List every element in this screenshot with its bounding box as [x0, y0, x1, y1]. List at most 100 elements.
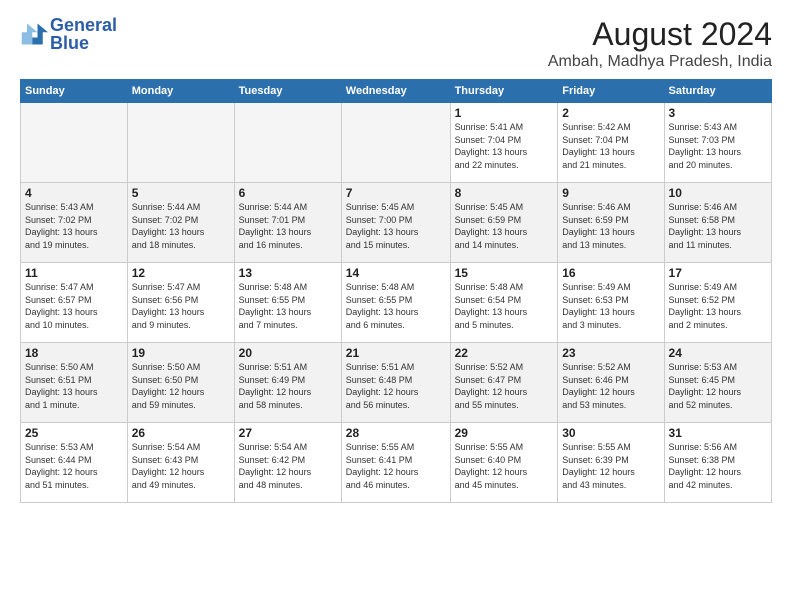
calendar-week-row: 11Sunrise: 5:47 AM Sunset: 6:57 PM Dayli… [21, 263, 772, 343]
day-info: Sunrise: 5:47 AM Sunset: 6:57 PM Dayligh… [25, 281, 123, 331]
table-row: 26Sunrise: 5:54 AM Sunset: 6:43 PM Dayli… [127, 423, 234, 503]
day-number: 9 [562, 186, 659, 200]
logo-line1: General [50, 16, 117, 34]
day-info: Sunrise: 5:47 AM Sunset: 6:56 PM Dayligh… [132, 281, 230, 331]
day-info: Sunrise: 5:55 AM Sunset: 6:41 PM Dayligh… [346, 441, 446, 491]
day-number: 14 [346, 266, 446, 280]
day-info: Sunrise: 5:51 AM Sunset: 6:49 PM Dayligh… [239, 361, 337, 411]
day-number: 8 [455, 186, 554, 200]
day-number: 6 [239, 186, 337, 200]
table-row: 17Sunrise: 5:49 AM Sunset: 6:52 PM Dayli… [664, 263, 771, 343]
calendar-header-row: Sunday Monday Tuesday Wednesday Thursday… [21, 80, 772, 103]
day-info: Sunrise: 5:48 AM Sunset: 6:54 PM Dayligh… [455, 281, 554, 331]
table-row: 21Sunrise: 5:51 AM Sunset: 6:48 PM Dayli… [341, 343, 450, 423]
day-number: 4 [25, 186, 123, 200]
calendar-week-row: 25Sunrise: 5:53 AM Sunset: 6:44 PM Dayli… [21, 423, 772, 503]
table-row: 13Sunrise: 5:48 AM Sunset: 6:55 PM Dayli… [234, 263, 341, 343]
day-number: 26 [132, 426, 230, 440]
table-row: 27Sunrise: 5:54 AM Sunset: 6:42 PM Dayli… [234, 423, 341, 503]
table-row [21, 103, 128, 183]
day-number: 19 [132, 346, 230, 360]
day-info: Sunrise: 5:54 AM Sunset: 6:43 PM Dayligh… [132, 441, 230, 491]
table-row: 20Sunrise: 5:51 AM Sunset: 6:49 PM Dayli… [234, 343, 341, 423]
day-number: 7 [346, 186, 446, 200]
table-row [234, 103, 341, 183]
day-info: Sunrise: 5:53 AM Sunset: 6:44 PM Dayligh… [25, 441, 123, 491]
day-number: 28 [346, 426, 446, 440]
day-number: 24 [669, 346, 767, 360]
col-sunday: Sunday [21, 80, 128, 103]
day-number: 18 [25, 346, 123, 360]
day-info: Sunrise: 5:45 AM Sunset: 6:59 PM Dayligh… [455, 201, 554, 251]
day-number: 2 [562, 106, 659, 120]
day-number: 1 [455, 106, 554, 120]
day-number: 23 [562, 346, 659, 360]
col-thursday: Thursday [450, 80, 558, 103]
day-number: 17 [669, 266, 767, 280]
table-row: 10Sunrise: 5:46 AM Sunset: 6:58 PM Dayli… [664, 183, 771, 263]
day-number: 12 [132, 266, 230, 280]
table-row: 1Sunrise: 5:41 AM Sunset: 7:04 PM Daylig… [450, 103, 558, 183]
day-info: Sunrise: 5:49 AM Sunset: 6:52 PM Dayligh… [669, 281, 767, 331]
table-row: 31Sunrise: 5:56 AM Sunset: 6:38 PM Dayli… [664, 423, 771, 503]
subtitle: Ambah, Madhya Pradesh, India [548, 53, 772, 71]
day-number: 21 [346, 346, 446, 360]
day-info: Sunrise: 5:55 AM Sunset: 6:39 PM Dayligh… [562, 441, 659, 491]
day-number: 25 [25, 426, 123, 440]
table-row [341, 103, 450, 183]
header: General Blue August 2024 Ambah, Madhya P… [20, 16, 772, 71]
table-row: 12Sunrise: 5:47 AM Sunset: 6:56 PM Dayli… [127, 263, 234, 343]
day-number: 3 [669, 106, 767, 120]
calendar-table: Sunday Monday Tuesday Wednesday Thursday… [20, 79, 772, 503]
day-info: Sunrise: 5:41 AM Sunset: 7:04 PM Dayligh… [455, 121, 554, 171]
day-number: 13 [239, 266, 337, 280]
day-info: Sunrise: 5:55 AM Sunset: 6:40 PM Dayligh… [455, 441, 554, 491]
table-row: 6Sunrise: 5:44 AM Sunset: 7:01 PM Daylig… [234, 183, 341, 263]
day-number: 5 [132, 186, 230, 200]
day-info: Sunrise: 5:44 AM Sunset: 7:02 PM Dayligh… [132, 201, 230, 251]
table-row: 23Sunrise: 5:52 AM Sunset: 6:46 PM Dayli… [558, 343, 664, 423]
day-number: 30 [562, 426, 659, 440]
table-row: 4Sunrise: 5:43 AM Sunset: 7:02 PM Daylig… [21, 183, 128, 263]
col-saturday: Saturday [664, 80, 771, 103]
day-info: Sunrise: 5:45 AM Sunset: 7:00 PM Dayligh… [346, 201, 446, 251]
table-row: 24Sunrise: 5:53 AM Sunset: 6:45 PM Dayli… [664, 343, 771, 423]
day-info: Sunrise: 5:44 AM Sunset: 7:01 PM Dayligh… [239, 201, 337, 251]
table-row: 3Sunrise: 5:43 AM Sunset: 7:03 PM Daylig… [664, 103, 771, 183]
day-number: 16 [562, 266, 659, 280]
table-row: 29Sunrise: 5:55 AM Sunset: 6:40 PM Dayli… [450, 423, 558, 503]
table-row: 11Sunrise: 5:47 AM Sunset: 6:57 PM Dayli… [21, 263, 128, 343]
logo-line2: Blue [50, 34, 117, 52]
table-row: 16Sunrise: 5:49 AM Sunset: 6:53 PM Dayli… [558, 263, 664, 343]
day-number: 20 [239, 346, 337, 360]
calendar-week-row: 4Sunrise: 5:43 AM Sunset: 7:02 PM Daylig… [21, 183, 772, 263]
table-row: 2Sunrise: 5:42 AM Sunset: 7:04 PM Daylig… [558, 103, 664, 183]
day-info: Sunrise: 5:52 AM Sunset: 6:47 PM Dayligh… [455, 361, 554, 411]
logo-text: General Blue [50, 16, 117, 52]
table-row: 5Sunrise: 5:44 AM Sunset: 7:02 PM Daylig… [127, 183, 234, 263]
col-monday: Monday [127, 80, 234, 103]
day-info: Sunrise: 5:52 AM Sunset: 6:46 PM Dayligh… [562, 361, 659, 411]
day-info: Sunrise: 5:49 AM Sunset: 6:53 PM Dayligh… [562, 281, 659, 331]
title-block: August 2024 Ambah, Madhya Pradesh, India [548, 16, 772, 71]
table-row: 15Sunrise: 5:48 AM Sunset: 6:54 PM Dayli… [450, 263, 558, 343]
day-info: Sunrise: 5:48 AM Sunset: 6:55 PM Dayligh… [346, 281, 446, 331]
day-number: 29 [455, 426, 554, 440]
col-tuesday: Tuesday [234, 80, 341, 103]
day-number: 15 [455, 266, 554, 280]
day-info: Sunrise: 5:42 AM Sunset: 7:04 PM Dayligh… [562, 121, 659, 171]
day-number: 22 [455, 346, 554, 360]
day-info: Sunrise: 5:53 AM Sunset: 6:45 PM Dayligh… [669, 361, 767, 411]
table-row: 18Sunrise: 5:50 AM Sunset: 6:51 PM Dayli… [21, 343, 128, 423]
table-row: 19Sunrise: 5:50 AM Sunset: 6:50 PM Dayli… [127, 343, 234, 423]
col-friday: Friday [558, 80, 664, 103]
table-row: 7Sunrise: 5:45 AM Sunset: 7:00 PM Daylig… [341, 183, 450, 263]
main-title: August 2024 [548, 16, 772, 53]
day-info: Sunrise: 5:50 AM Sunset: 6:51 PM Dayligh… [25, 361, 123, 411]
table-row: 8Sunrise: 5:45 AM Sunset: 6:59 PM Daylig… [450, 183, 558, 263]
table-row: 28Sunrise: 5:55 AM Sunset: 6:41 PM Dayli… [341, 423, 450, 503]
day-info: Sunrise: 5:54 AM Sunset: 6:42 PM Dayligh… [239, 441, 337, 491]
table-row: 25Sunrise: 5:53 AM Sunset: 6:44 PM Dayli… [21, 423, 128, 503]
table-row: 9Sunrise: 5:46 AM Sunset: 6:59 PM Daylig… [558, 183, 664, 263]
day-info: Sunrise: 5:43 AM Sunset: 7:02 PM Dayligh… [25, 201, 123, 251]
